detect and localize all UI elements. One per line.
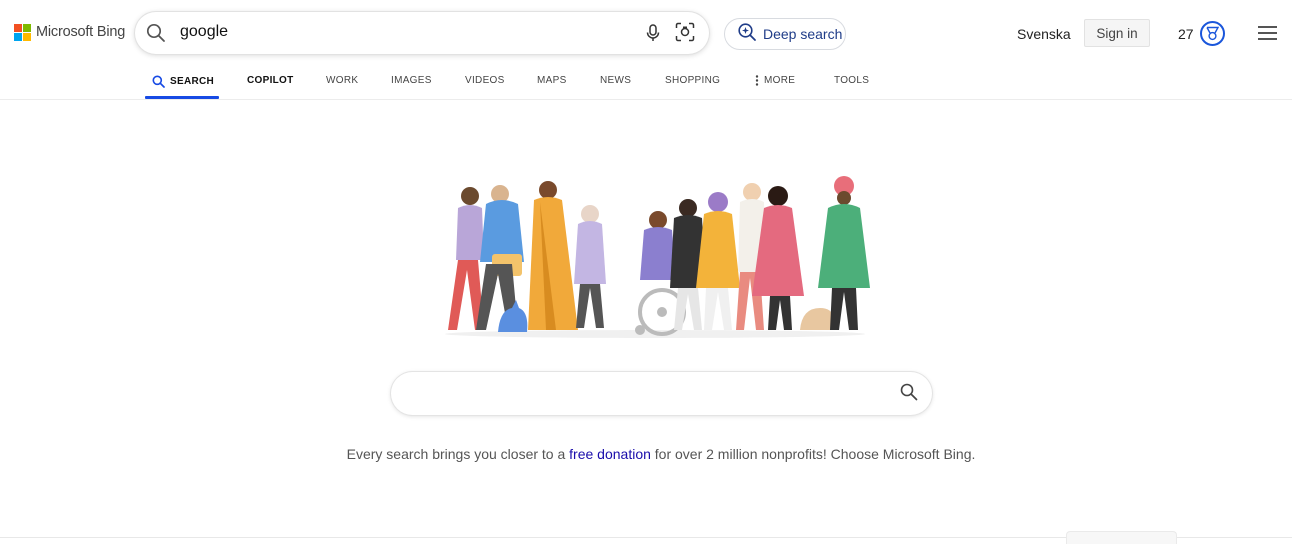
nav-divider <box>0 99 1292 100</box>
tab-more[interactable]: MORE <box>755 75 795 86</box>
rewards-points[interactable]: 27 <box>1178 26 1194 42</box>
promo-before: Every search brings you closer to a <box>346 446 570 462</box>
tab-label: WORK <box>326 75 359 86</box>
tab-label: IMAGES <box>391 75 432 86</box>
search-input[interactable]: google <box>180 23 228 41</box>
main-search-box[interactable] <box>391 372 932 415</box>
search-icon[interactable] <box>900 383 918 406</box>
sign-in-button[interactable]: Sign in <box>1084 19 1150 47</box>
main-search-input[interactable] <box>411 382 885 406</box>
more-dots-icon <box>755 75 759 86</box>
microsoft-logo-icon <box>14 24 31 41</box>
person-figure <box>448 187 484 330</box>
tab-tools[interactable]: TOOLS <box>834 75 869 86</box>
promo-after: for over 2 million nonprofits! Choose Mi… <box>650 446 976 462</box>
search-box[interactable]: google <box>135 12 709 54</box>
visual-search-icon[interactable] <box>675 22 695 47</box>
bing-logo[interactable]: Microsoft Bing <box>14 24 126 41</box>
tab-label: NEWS <box>600 75 632 86</box>
tab-copilot[interactable]: COPILOT <box>247 75 294 86</box>
language-link[interactable]: Svenska <box>1017 26 1071 42</box>
deep-search-icon <box>737 22 757 47</box>
tab-search[interactable]: SEARCH <box>152 75 214 88</box>
people-illustration <box>445 176 870 338</box>
tab-label: TOOLS <box>834 75 870 86</box>
menu-icon[interactable] <box>1258 26 1277 44</box>
tab-videos[interactable]: VIDEOS <box>465 75 505 86</box>
person-figure <box>696 192 740 330</box>
tab-maps[interactable]: MAPS <box>537 75 567 86</box>
microphone-icon[interactable] <box>645 23 661 48</box>
tab-label: SEARCH <box>170 76 215 87</box>
search-icon <box>152 75 165 88</box>
deep-search-label: Deep search <box>763 26 843 42</box>
footer-panel[interactable] <box>1066 531 1177 544</box>
free-donation-link[interactable]: free donation <box>569 446 651 462</box>
tab-news[interactable]: NEWS <box>600 75 631 86</box>
tab-label: SHOPPING <box>665 75 721 86</box>
tab-shopping[interactable]: SHOPPING <box>665 75 720 86</box>
rewards-medal-icon[interactable] <box>1200 21 1225 46</box>
logo-text: Microsoft Bing <box>36 24 126 40</box>
person-figure <box>528 181 578 330</box>
promo-text: Every search brings you closer to a free… <box>0 446 1292 462</box>
tab-label: MORE <box>764 75 796 86</box>
tab-label: COPILOT <box>247 75 294 86</box>
tab-work[interactable]: WORK <box>326 75 358 86</box>
tab-label: VIDEOS <box>465 75 505 86</box>
person-figure <box>818 176 870 330</box>
tab-label: MAPS <box>537 75 567 86</box>
person-figure <box>574 205 606 328</box>
deep-search-button[interactable]: Deep search <box>724 18 846 50</box>
search-icon[interactable] <box>146 23 166 48</box>
tab-images[interactable]: IMAGES <box>391 75 432 86</box>
